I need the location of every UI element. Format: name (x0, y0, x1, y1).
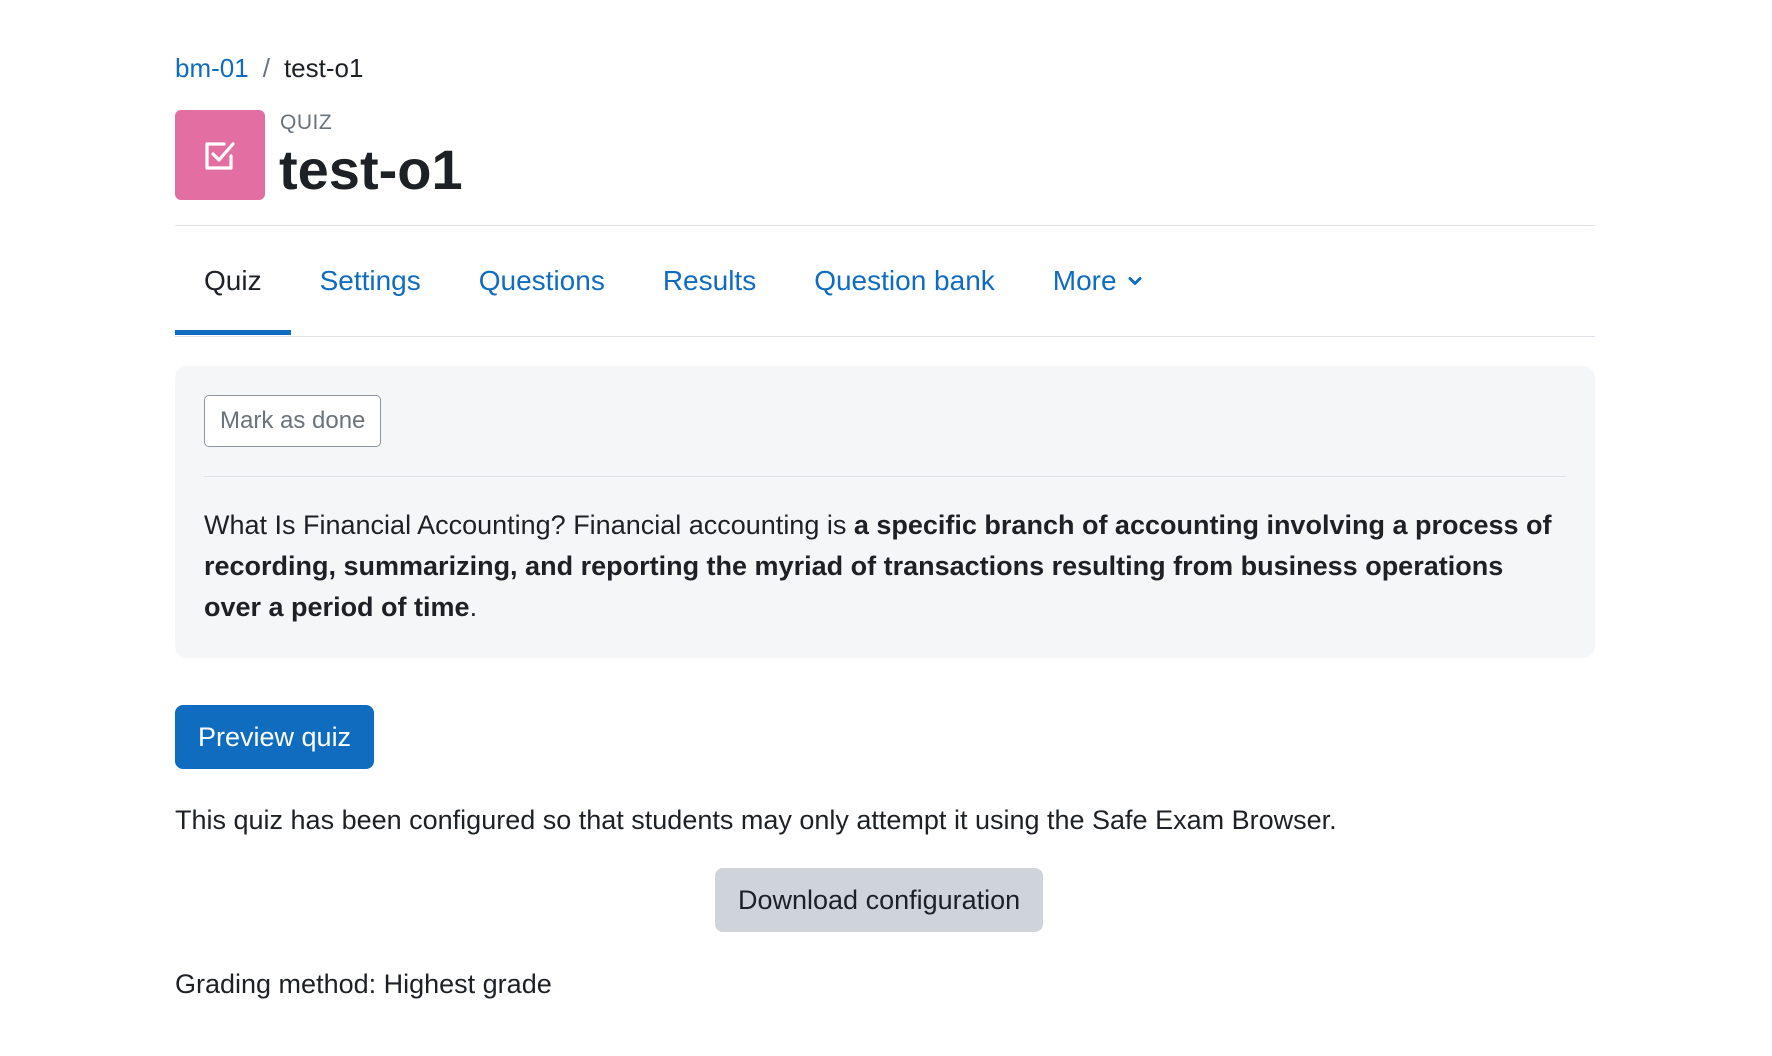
tab-quiz[interactable]: Quiz (175, 226, 291, 336)
page-title: test-o1 (279, 138, 463, 201)
breadcrumb-current: test-o1 (283, 53, 364, 83)
tab-questions[interactable]: Questions (450, 226, 634, 336)
breadcrumb: bm-01 / test-o1 (175, 50, 363, 86)
mark-as-done-button[interactable]: Mark as done (204, 395, 382, 447)
intro-lead: What Is Financial Accounting? Financial … (204, 510, 854, 540)
tab-more[interactable]: More (1024, 226, 1172, 336)
tab-label: Results (662, 265, 757, 296)
breadcrumb-course-link[interactable]: bm-01 (175, 53, 249, 83)
activity-information-card: Mark as done What Is Financial Accountin… (175, 366, 1595, 658)
intro-tail: . (469, 592, 478, 622)
grading-method-text: Grading method: Highest grade (175, 969, 552, 999)
activity-type-label: QUIZ (280, 111, 333, 134)
tab-label: Quiz (204, 265, 262, 296)
breadcrumb-separator: / (262, 53, 270, 83)
tab-label: Settings (319, 265, 421, 296)
page-header: QUIZ test-o1 (175, 110, 1595, 201)
tab-question-bank[interactable]: Question bank (785, 226, 1024, 336)
safe-exam-browser-notice: This quiz has been configured so that st… (175, 805, 1337, 835)
quiz-checkbox-icon (175, 110, 265, 200)
preview-quiz-button[interactable]: Preview quiz (175, 705, 375, 769)
tab-settings[interactable]: Settings (291, 226, 450, 336)
tab-results[interactable]: Results (634, 226, 785, 336)
download-configuration-button[interactable]: Download configuration (715, 868, 1044, 932)
tab-label: More (1052, 265, 1117, 296)
card-divider (204, 476, 1566, 477)
secondary-navigation: Quiz Settings Questions Results Question… (175, 226, 1595, 337)
tab-label: Question bank (814, 265, 995, 296)
quiz-intro-text: What Is Financial Accounting? Financial … (204, 505, 1566, 628)
tab-label: Questions (478, 265, 605, 296)
chevron-down-icon (1128, 277, 1142, 285)
